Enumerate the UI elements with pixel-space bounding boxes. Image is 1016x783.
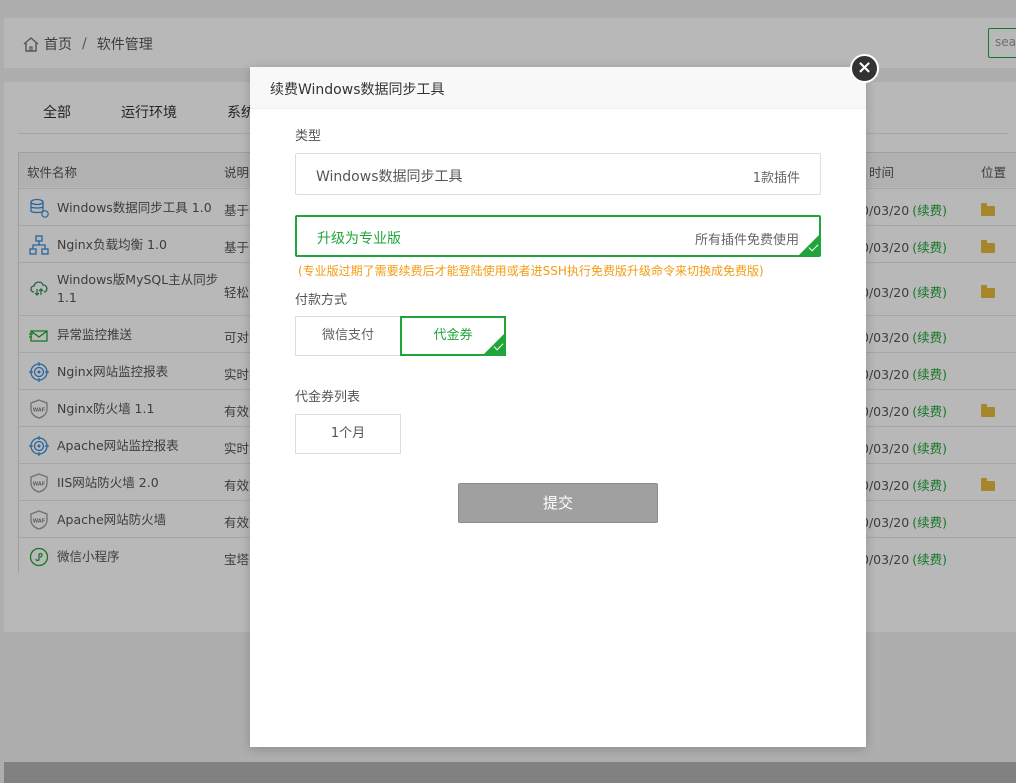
- type-option-pro-name: 升级为专业版: [317, 231, 401, 247]
- type-option-pro[interactable]: 升级为专业版 所有插件免费使用: [295, 215, 821, 257]
- type-option-plugin[interactable]: Windows数据同步工具 1款插件: [295, 153, 821, 195]
- submit-button[interactable]: 提交: [458, 483, 658, 523]
- pro-expiry-note: (专业版过期了需要续费后才能登陆使用或者进SSH执行免费版升级命令来切换成免费版…: [298, 264, 764, 278]
- pay-coupon-label: 代金券: [433, 328, 473, 343]
- dialog-title: 续费Windows数据同步工具: [250, 67, 866, 109]
- type-label: 类型: [295, 129, 322, 144]
- pay-coupon-button[interactable]: 代金券: [400, 316, 506, 356]
- renew-dialog: 续费Windows数据同步工具 类型 Windows数据同步工具 1款插件 升级…: [250, 67, 866, 747]
- type-option-plugin-name: Windows数据同步工具: [316, 169, 463, 185]
- check-corner-icon: [483, 333, 505, 355]
- close-icon[interactable]: ×: [850, 54, 879, 83]
- check-corner-icon: [798, 234, 820, 256]
- pay-wechat-button[interactable]: 微信支付: [295, 316, 401, 356]
- payment-label: 付款方式: [295, 293, 348, 308]
- coupon-list-label: 代金券列表: [295, 390, 361, 405]
- type-option-pro-desc: 所有插件免费使用: [694, 233, 799, 248]
- coupon-item[interactable]: 1个月: [295, 414, 401, 454]
- type-option-plugin-count: 1款插件: [752, 171, 800, 186]
